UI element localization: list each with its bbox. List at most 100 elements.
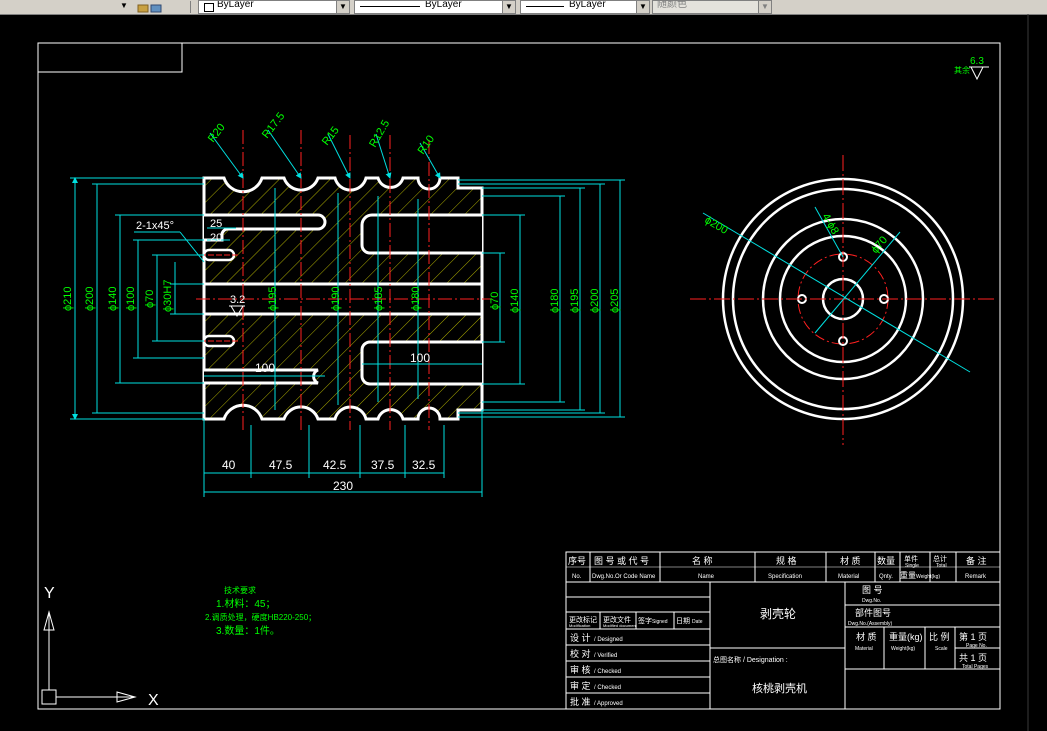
svg-text:序号: 序号 <box>568 555 586 566</box>
svg-text:材 质: 材 质 <box>840 555 861 566</box>
svg-text:No.: No. <box>572 574 582 580</box>
svg-text:ϕ190: ϕ190 <box>330 286 342 311</box>
svg-text:42.5: 42.5 <box>323 458 347 472</box>
svg-text:名 称: 名 称 <box>692 555 713 566</box>
svg-text:Total Pages: Total Pages <box>962 664 989 670</box>
svg-text:25: 25 <box>210 218 222 230</box>
svg-text:重量(kg): 重量(kg) <box>889 631 923 642</box>
radius-label: R10 <box>416 133 437 156</box>
color-combo[interactable]: ByLayer ▼ <box>198 0 350 14</box>
plotstyle-combo-value: 随颜色 <box>657 0 687 10</box>
svg-text:Material: Material <box>855 646 873 652</box>
svg-text:32.5: 32.5 <box>412 458 436 472</box>
svg-text:3.2: 3.2 <box>230 294 245 306</box>
svg-text:ϕ200: ϕ200 <box>703 214 730 237</box>
svg-text:审 定: 审 定 <box>570 680 591 691</box>
radius-label: R15 <box>320 125 342 148</box>
svg-text:Signed: Signed <box>652 619 668 625</box>
svg-text:Modification: Modification <box>569 623 590 628</box>
svg-text:重量: 重量 <box>900 570 916 580</box>
svg-text:Scale: Scale <box>935 646 948 652</box>
dropdown-arrow[interactable]: ▼ <box>118 0 130 12</box>
linetype-preview <box>360 6 420 7</box>
svg-text:40: 40 <box>222 458 236 472</box>
svg-text:/ Checked: / Checked <box>594 685 621 691</box>
svg-text:47.5: 47.5 <box>269 458 293 472</box>
svg-text:ϕ180: ϕ180 <box>549 288 561 313</box>
radius-label: R17.5 <box>260 110 288 141</box>
layer-tools-icon[interactable] <box>136 0 164 13</box>
svg-text:Specification: Specification <box>768 574 802 580</box>
svg-text:/ Approved: / Approved <box>594 701 623 707</box>
radius-label: R20 <box>206 122 228 145</box>
svg-text:比 例: 比 例 <box>929 631 950 642</box>
lineweight-combo[interactable]: ByLayer ▼ <box>520 0 650 14</box>
svg-text:37.5: 37.5 <box>371 458 395 472</box>
svg-text:第 1 页: 第 1 页 <box>959 631 987 642</box>
svg-text:数量: 数量 <box>877 555 895 566</box>
svg-text:图 号: 图 号 <box>862 585 883 595</box>
svg-text:ϕ210: ϕ210 <box>62 286 74 311</box>
svg-text:Weight(kg): Weight(kg) <box>916 574 940 580</box>
svg-text:批 准: 批 准 <box>570 696 591 707</box>
svg-text:/ Designed: / Designed <box>594 637 623 643</box>
svg-text:部件图号: 部件图号 <box>855 607 891 618</box>
svg-text:校 对: 校 对 <box>570 648 591 659</box>
svg-text:设 计: 设 计 <box>570 632 591 643</box>
svg-text:6.3: 6.3 <box>970 56 984 67</box>
svg-text:ϕ30H7: ϕ30H7 <box>162 280 174 312</box>
svg-text:其余: 其余 <box>954 65 970 75</box>
svg-text:ϕ185: ϕ185 <box>373 286 385 311</box>
lineweight-preview <box>526 6 564 7</box>
drawing-canvas[interactable]: 其余 6.3 R20 R17.5 R15 R12.5 R10 ϕ210 ϕ200… <box>0 14 1047 731</box>
lineweight-combo-value: ByLayer <box>569 0 606 10</box>
linetype-combo[interactable]: ByLayer ▼ <box>354 0 516 14</box>
svg-text:图 号 或 代 号: 图 号 或 代 号 <box>594 555 649 566</box>
svg-text:ϕ100: ϕ100 <box>125 286 137 311</box>
svg-text:日期: 日期 <box>676 617 690 625</box>
roughness-symbol: 其余 6.3 <box>954 56 989 81</box>
svg-text:Material: Material <box>838 574 859 580</box>
svg-text:Dwg.No.: Dwg.No. <box>862 598 881 604</box>
svg-text:1.材料：45；: 1.材料：45； <box>216 597 275 610</box>
chevron-down-icon[interactable]: ▼ <box>502 1 515 13</box>
svg-text:20: 20 <box>210 232 222 244</box>
technical-requirements: 技术要求 1.材料：45； 2.调质处理，硬度HB220-250； 3.数量：1… <box>205 585 316 637</box>
svg-text:X: X <box>148 692 159 709</box>
chevron-down-icon[interactable]: ▼ <box>636 1 649 13</box>
part-name: 剥壳轮 <box>760 607 796 621</box>
side-view: ϕ200 4-ϕ8 ϕ70 <box>690 155 995 445</box>
svg-text:2-1x45°: 2-1x45° <box>136 220 174 232</box>
title-block-text: 序号 No. 图 号 或 代 号 Dwg.No.Or Code Name 名 称… <box>568 554 989 707</box>
plotstyle-combo[interactable]: 随颜色 ▼ <box>652 0 772 14</box>
svg-text:规 格: 规 格 <box>776 555 797 566</box>
svg-text:技术要求: 技术要求 <box>224 585 256 595</box>
radius-label: R12.5 <box>367 118 392 149</box>
properties-toolbar: ▼ ByLayer ▼ ByLayer ▼ ByLayer ▼ 随颜色 ▼ <box>0 0 1047 15</box>
front-view: R20 R17.5 R15 R12.5 R10 ϕ210 ϕ200 ϕ140 ϕ… <box>62 110 625 497</box>
svg-text:总计: 总计 <box>933 554 947 563</box>
chevron-down-icon[interactable]: ▼ <box>758 1 771 13</box>
svg-text:Modified document: Modified document <box>603 623 638 628</box>
ucs-icon: Y X <box>41 585 159 709</box>
color-swatch-icon <box>204 3 214 12</box>
svg-text:Single: Single <box>905 563 919 569</box>
svg-text:备 注: 备 注 <box>966 555 987 566</box>
svg-text:Date: Date <box>692 619 703 625</box>
chevron-down-icon[interactable]: ▼ <box>336 1 349 13</box>
svg-text:材 质: 材 质 <box>856 631 877 642</box>
svg-text:230: 230 <box>333 479 353 493</box>
linetype-combo-value: ByLayer <box>425 0 462 10</box>
svg-text:单件: 单件 <box>904 554 918 563</box>
svg-text:审 核: 审 核 <box>570 664 591 675</box>
svg-text:100: 100 <box>255 361 275 375</box>
svg-text:Y: Y <box>44 585 55 602</box>
svg-text:Dwg.No.(Assembly): Dwg.No.(Assembly) <box>848 621 893 627</box>
svg-text:/ Verified: / Verified <box>594 653 617 659</box>
svg-text:100: 100 <box>410 351 430 365</box>
svg-text:ϕ195: ϕ195 <box>267 286 279 311</box>
corner-box <box>37 42 183 73</box>
svg-text:ϕ205: ϕ205 <box>609 288 621 313</box>
svg-text:ϕ70: ϕ70 <box>489 292 501 310</box>
svg-text:ϕ195: ϕ195 <box>569 288 581 313</box>
